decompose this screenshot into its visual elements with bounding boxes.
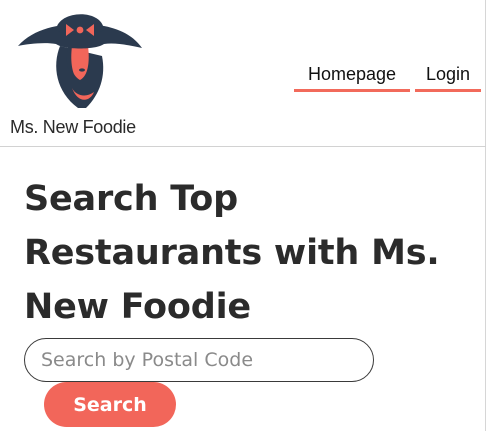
postal-code-search-input[interactable]	[24, 338, 374, 382]
search-button[interactable]: Search	[44, 382, 176, 427]
woman-in-wide-hat-icon	[18, 14, 142, 108]
brand-logo-link[interactable]: Ms. New Foodie	[8, 6, 158, 140]
page-frame: Ms. New Foodie Homepage Login Search Top…	[0, 0, 486, 431]
nav-link-login[interactable]: Login	[415, 62, 481, 92]
page-title: Search Top Restaurants with Ms. New Food…	[24, 179, 440, 327]
brand-name: Ms. New Foodie	[10, 117, 136, 137]
site-header: Ms. New Foodie Homepage Login	[0, 0, 486, 147]
nav-link-homepage[interactable]: Homepage	[294, 62, 410, 92]
